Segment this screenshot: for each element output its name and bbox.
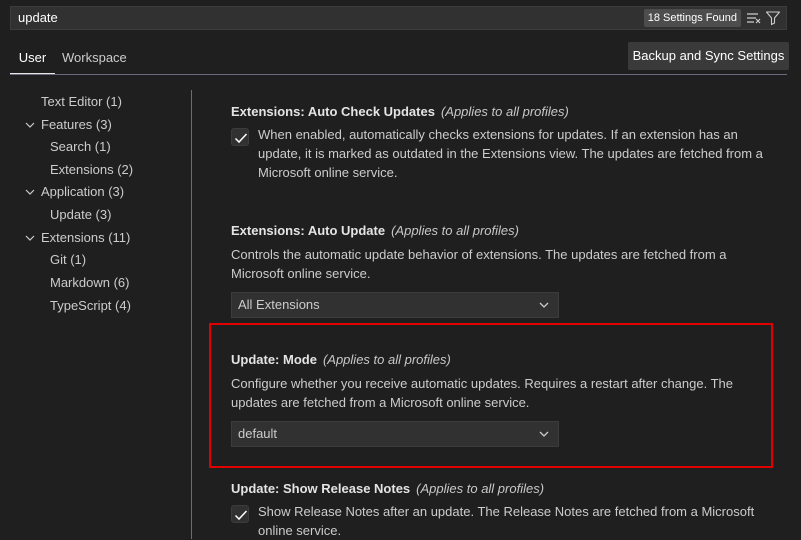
chevron-down-icon (25, 189, 35, 195)
toc-item-text-editor[interactable]: Text Editor (1) (41, 91, 122, 113)
tab-workspace[interactable]: Workspace (62, 44, 127, 74)
toc-item-features[interactable]: Features (3) (25, 114, 112, 136)
toc-item-markdown[interactable]: Markdown (6) (50, 272, 129, 294)
checkmark-icon (234, 133, 248, 144)
filter-icon[interactable] (765, 10, 781, 26)
checkmark-icon (234, 510, 248, 521)
toc-item-search[interactable]: Search (1) (50, 136, 111, 158)
toc-item-typescript[interactable]: TypeScript (4) (50, 295, 131, 317)
chevron-down-icon (25, 235, 35, 241)
search-input[interactable]: update (18, 7, 58, 29)
auto-update-select[interactable]: All Extensions (231, 292, 559, 318)
toc-item-extensions[interactable]: Extensions (11) (25, 227, 130, 249)
setting-description: Controls the automatic update behavior o… (231, 247, 727, 281)
auto-check-updates-checkbox[interactable] (231, 128, 249, 146)
toc-item-application[interactable]: Application (3) (25, 181, 124, 203)
setting-description: Show Release Notes after an update. The … (258, 504, 755, 538)
update-mode-select[interactable]: default (231, 421, 559, 447)
setting-description: When enabled, automatically checks exten… (258, 127, 763, 180)
backup-sync-button[interactable]: Backup and Sync Settings (628, 42, 789, 70)
chevron-down-icon (25, 122, 35, 128)
clear-filter-icon[interactable] (746, 10, 762, 26)
chevron-down-icon (539, 431, 549, 437)
tab-user[interactable]: User (10, 44, 55, 74)
toc-item-extensions-features[interactable]: Extensions (2) (50, 159, 133, 181)
setting-title: Update: Show Release Notes (Applies to al… (231, 481, 545, 496)
setting-title: Extensions: Auto Update (Applies to all p… (231, 223, 519, 238)
tabs-divider (10, 74, 787, 75)
toc-sash[interactable] (191, 90, 192, 539)
settings-search-box[interactable]: update 18 Settings Found (10, 6, 787, 30)
show-release-notes-checkbox[interactable] (231, 505, 249, 523)
setting-description: Configure whether you receive automatic … (231, 376, 733, 410)
toc-item-update[interactable]: Update (3) (50, 204, 111, 226)
setting-title: Extensions: Auto Check Updates (Applies t… (231, 104, 569, 119)
results-count-badge: 18 Settings Found (643, 9, 741, 27)
chevron-down-icon (539, 302, 549, 308)
setting-title: Update: Mode (Applies to all profiles) (231, 352, 451, 367)
toc-item-git[interactable]: Git (1) (50, 249, 86, 271)
